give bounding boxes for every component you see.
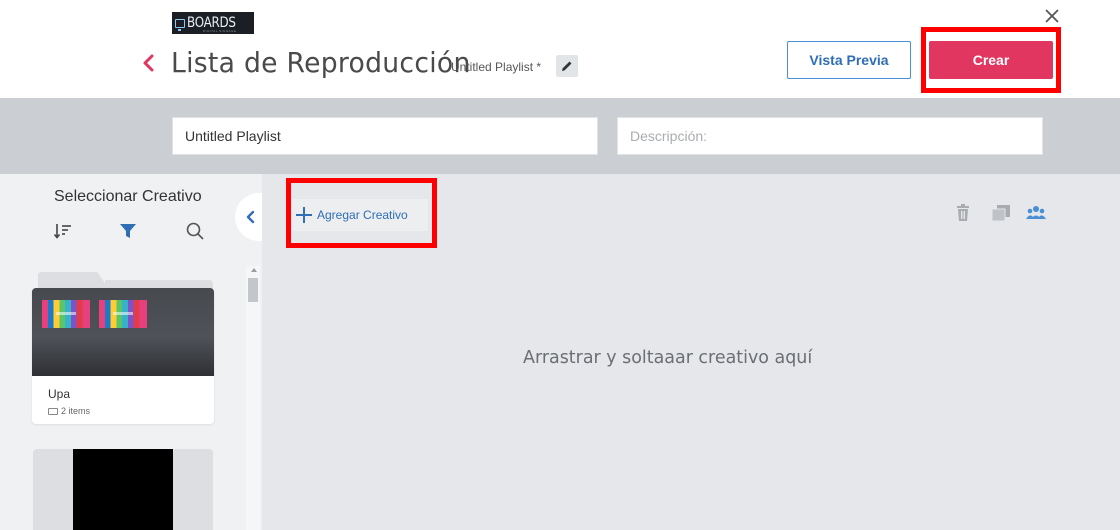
add-creative-label: Agregar Creativo [317,208,408,222]
playlist-name-input[interactable]: Untitled Playlist [172,117,598,155]
folder-count-label: 2 items [61,406,91,416]
creative-thumbnail [42,300,90,328]
sort-icon[interactable] [52,220,74,242]
drop-hint: Arrastrar y soltaaar creativo aquí [523,347,813,368]
folder-thumbnail [32,288,214,376]
page-title: Lista de Reproducción [171,46,471,79]
users-icon[interactable] [1025,203,1047,223]
folder-item-count: 2 items [48,406,90,416]
scrollbar-thumb[interactable] [248,278,258,302]
logo-subtext: DIGITAL SIGNAGE [203,29,237,33]
search-icon[interactable] [184,220,206,242]
plus-icon [294,205,314,225]
playlist-editor: BOARDS DIGITAL SIGNAGE Lista de Reproduc… [0,0,1120,530]
close-icon[interactable] [1042,6,1062,26]
creative-thumbnail [99,300,147,328]
folder-card[interactable]: Upa 2 items [32,288,214,424]
logo-text: BOARDS [187,15,236,31]
preview-button[interactable]: Vista Previa [787,41,911,79]
creative-thumbnail [73,449,173,530]
monitor-icon [175,18,185,31]
create-button[interactable]: Crear [929,41,1053,79]
brand-logo: BOARDS DIGITAL SIGNAGE [172,12,254,34]
sidebar-scrollbar[interactable] [246,266,260,530]
edit-pencil-icon [562,61,572,71]
trash-icon[interactable] [952,203,974,223]
scroll-up-arrow-icon[interactable] [251,268,257,272]
sidebar-title: Seleccionar Creativo [54,188,202,205]
folder-name: Upa [48,387,71,401]
filter-icon[interactable] [117,220,139,242]
playlist-name-label: Untitled Playlist * [451,60,542,74]
back-chevron-icon[interactable] [140,52,158,74]
copy-icon[interactable] [990,203,1012,223]
creative-card[interactable] [33,449,213,530]
add-creative-button[interactable]: Agregar Creativo [292,199,428,231]
folder-icon [48,407,58,415]
description-input[interactable]: Descripción: [617,117,1043,155]
collapse-chevron-icon [246,210,255,224]
edit-name-button[interactable] [556,55,578,77]
